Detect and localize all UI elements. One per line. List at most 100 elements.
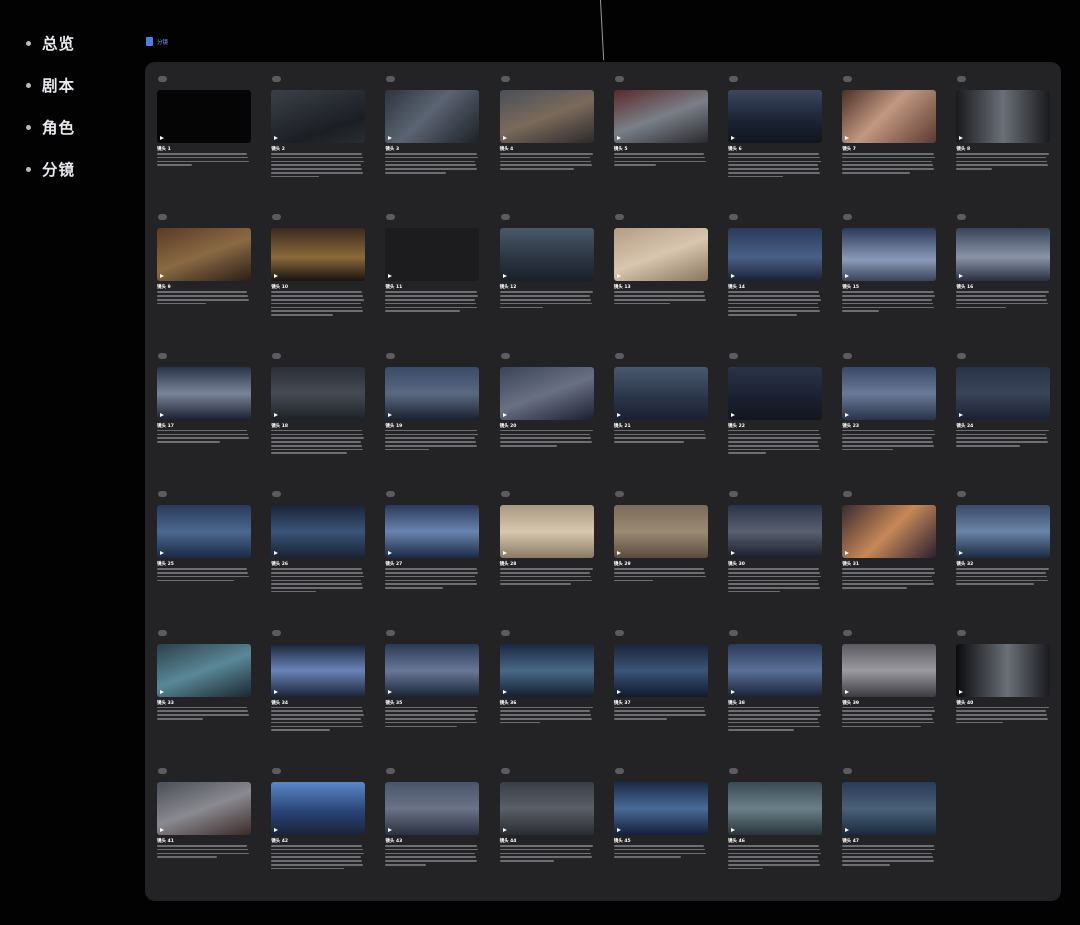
shot-options-icon[interactable]	[729, 76, 738, 82]
play-icon[interactable]	[616, 412, 621, 417]
shot-thumbnail[interactable]	[728, 505, 822, 559]
shot-options-icon[interactable]	[386, 352, 396, 359]
shot-options-icon[interactable]	[614, 76, 624, 82]
shot-options-icon[interactable]	[843, 214, 853, 221]
shot-thumbnail[interactable]	[956, 90, 1051, 143]
shot-thumbnail[interactable]	[157, 505, 251, 559]
play-icon[interactable]	[274, 412, 279, 417]
play-icon[interactable]	[959, 274, 964, 279]
shot-card[interactable]: 镜头 47	[842, 768, 950, 893]
play-icon[interactable]	[160, 136, 164, 140]
shot-options-icon[interactable]	[957, 76, 967, 82]
shot-options-icon[interactable]	[272, 768, 282, 774]
shot-card[interactable]: 镜头 7	[842, 76, 950, 201]
shot-options-icon[interactable]	[614, 768, 624, 774]
shot-thumbnail[interactable]	[499, 90, 594, 143]
shot-card[interactable]: 镜头 26	[271, 491, 379, 616]
shot-thumbnail[interactable]	[728, 228, 822, 282]
shot-thumbnail[interactable]	[157, 643, 251, 697]
play-icon[interactable]	[160, 551, 164, 556]
shot-options-icon[interactable]	[158, 76, 167, 82]
shot-options-icon[interactable]	[729, 491, 738, 498]
shot-thumbnail[interactable]	[842, 505, 937, 559]
shot-card[interactable]: 镜头 45	[613, 768, 722, 893]
shot-card[interactable]: 镜头 28	[499, 491, 608, 616]
shot-card[interactable]: 镜头 35	[385, 629, 493, 755]
shot-options-icon[interactable]	[386, 76, 396, 82]
shot-card[interactable]: 镜头 1	[157, 76, 265, 201]
shot-card[interactable]: 镜头 9	[157, 214, 265, 339]
shot-card[interactable]: 镜头 34	[271, 629, 379, 755]
play-icon[interactable]	[959, 136, 964, 140]
shot-card[interactable]: 镜头 17	[157, 352, 265, 478]
shot-thumbnail[interactable]	[271, 366, 366, 420]
shot-thumbnail[interactable]	[956, 366, 1051, 420]
shot-options-icon[interactable]	[500, 629, 510, 636]
play-icon[interactable]	[616, 828, 621, 832]
play-icon[interactable]	[502, 689, 507, 694]
play-icon[interactable]	[274, 689, 279, 694]
shot-options-icon[interactable]	[843, 629, 853, 636]
shot-thumbnail[interactable]	[385, 90, 480, 143]
shot-thumbnail[interactable]	[157, 782, 251, 835]
shot-thumbnail[interactable]	[385, 366, 480, 420]
shot-options-icon[interactable]	[272, 352, 282, 359]
shot-options-icon[interactable]	[158, 629, 167, 636]
shot-card[interactable]: 镜头 2	[271, 76, 379, 201]
shot-thumbnail[interactable]	[271, 643, 366, 697]
shot-options-icon[interactable]	[729, 768, 738, 774]
shot-thumbnail[interactable]	[728, 90, 822, 143]
play-icon[interactable]	[731, 828, 735, 832]
shot-thumbnail[interactable]	[728, 643, 822, 697]
shot-card[interactable]: 镜头 32	[956, 491, 1064, 616]
play-icon[interactable]	[274, 136, 279, 140]
shot-card[interactable]: 镜头 19	[385, 352, 493, 478]
shot-options-icon[interactable]	[386, 491, 396, 498]
play-icon[interactable]	[160, 412, 164, 417]
play-icon[interactable]	[274, 828, 279, 832]
shot-thumbnail[interactable]	[271, 228, 366, 282]
shot-card[interactable]: 镜头 4	[499, 76, 608, 201]
play-icon[interactable]	[160, 689, 164, 694]
play-icon[interactable]	[388, 689, 393, 694]
shot-options-icon[interactable]	[158, 491, 167, 498]
nav-item-storyboard[interactable]: 分镜	[26, 148, 75, 190]
shot-thumbnail[interactable]	[956, 505, 1051, 559]
play-icon[interactable]	[959, 412, 964, 417]
shot-card[interactable]: 镜头 21	[613, 352, 722, 478]
shot-options-icon[interactable]	[500, 352, 510, 359]
play-icon[interactable]	[959, 551, 964, 556]
shot-card[interactable]: 镜头 40	[956, 629, 1064, 755]
play-icon[interactable]	[845, 551, 850, 556]
shot-card[interactable]: 镜头 36	[499, 629, 608, 755]
shot-options-icon[interactable]	[500, 214, 510, 221]
shot-options-icon[interactable]	[500, 768, 510, 774]
shot-options-icon[interactable]	[843, 352, 853, 359]
shot-card[interactable]: 镜头 37	[613, 629, 722, 755]
shot-thumbnail[interactable]	[956, 643, 1051, 697]
play-icon[interactable]	[388, 828, 393, 832]
shot-thumbnail[interactable]	[499, 643, 594, 697]
shot-card[interactable]: 镜头 24	[956, 352, 1064, 478]
play-icon[interactable]	[959, 689, 964, 694]
play-icon[interactable]	[502, 412, 507, 417]
shot-thumbnail[interactable]	[842, 782, 937, 835]
shot-card[interactable]: 镜头 39	[842, 629, 950, 755]
shot-options-icon[interactable]	[843, 491, 853, 498]
shot-options-icon[interactable]	[386, 629, 396, 636]
shot-options-icon[interactable]	[729, 352, 738, 359]
shot-card[interactable]: 镜头 10	[271, 214, 379, 339]
play-icon[interactable]	[731, 551, 735, 556]
shot-thumbnail[interactable]	[613, 228, 708, 282]
shot-card[interactable]: 镜头 20	[499, 352, 608, 478]
shot-thumbnail[interactable]	[613, 782, 708, 835]
shot-options-icon[interactable]	[614, 629, 624, 636]
shot-options-icon[interactable]	[272, 76, 282, 82]
shot-thumbnail[interactable]	[842, 643, 937, 697]
shot-options-icon[interactable]	[158, 352, 167, 359]
shot-options-icon[interactable]	[272, 491, 282, 498]
shot-card[interactable]: 镜头 27	[385, 491, 493, 616]
shot-thumbnail[interactable]	[499, 228, 594, 282]
play-icon[interactable]	[845, 274, 850, 279]
shot-thumbnail[interactable]	[499, 366, 594, 420]
